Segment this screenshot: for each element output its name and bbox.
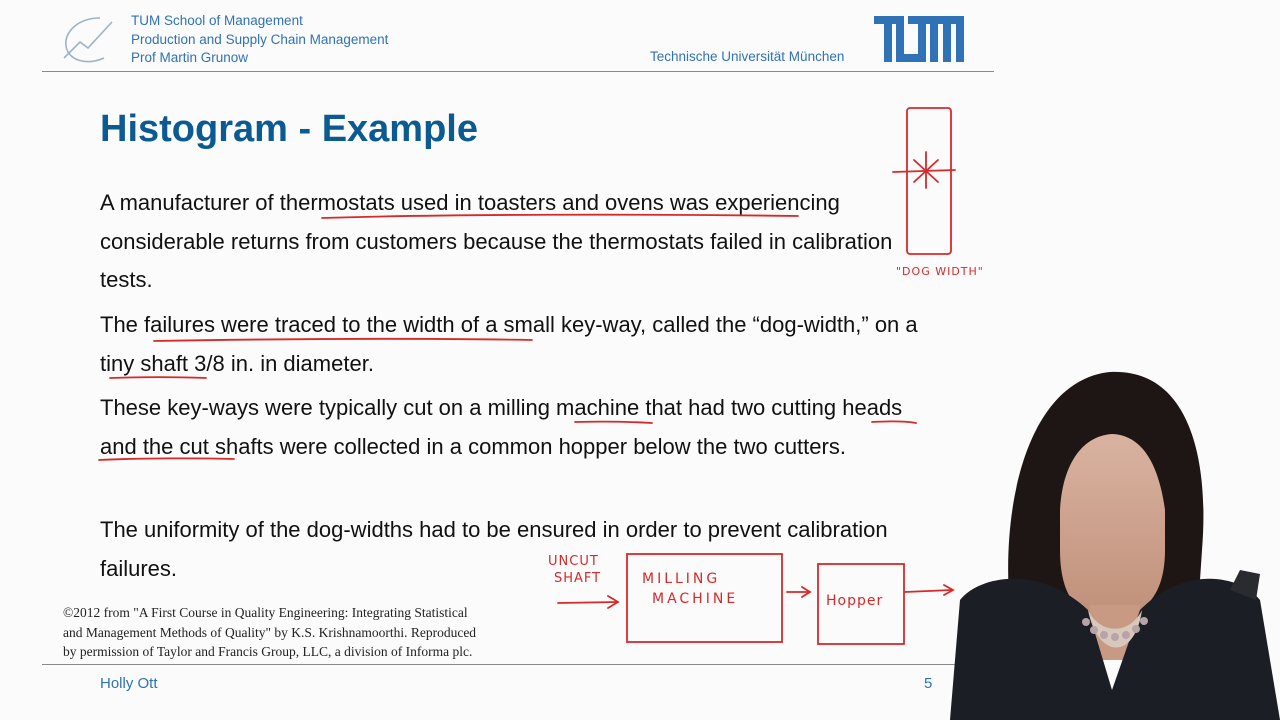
arrow-in-icon — [557, 601, 619, 604]
credit-line-1: ©2012 from "A First Course in Quality En… — [63, 605, 468, 620]
slide: TUM School of Management Production and … — [0, 0, 1280, 720]
footer-divider — [42, 664, 994, 665]
paragraph-3: These key-ways were typically cut on a m… — [100, 395, 903, 459]
header-institution: TUM School of Management Production and … — [131, 12, 388, 68]
university-name: Technische Universität München — [650, 49, 845, 64]
paragraph-2: The failures were traced to the width of… — [100, 312, 918, 376]
credit-line-2: and Management Methods of Quality" by K.… — [63, 624, 477, 640]
slide-title: Histogram - Example — [100, 108, 478, 150]
school-name: TUM School of Management — [131, 13, 303, 28]
page-number: 5 — [924, 675, 933, 692]
copyright-credit: ©2012 from "A First Course in Quality En… — [63, 603, 476, 662]
annotation-machine: MACHINE — [652, 591, 738, 607]
footer-presenter-name: Holly Ott — [100, 675, 158, 692]
credit-line-3: by permission of Taylor and Francis Grou… — [63, 644, 473, 659]
professor-name: Prof Martin Grunow — [131, 50, 249, 65]
paragraph-1: A manufacturer of thermostats used in to… — [100, 190, 893, 292]
annotation-hopper: Hopper — [826, 593, 883, 609]
tum-logo-icon — [874, 16, 964, 62]
presenter-video — [950, 371, 1280, 720]
paragraph-4: The uniformity of the dog-widths had to … — [100, 517, 888, 581]
school-logo-icon — [63, 17, 113, 63]
header-divider — [42, 71, 994, 72]
chair-name: Production and Supply Chain Management — [131, 31, 389, 47]
